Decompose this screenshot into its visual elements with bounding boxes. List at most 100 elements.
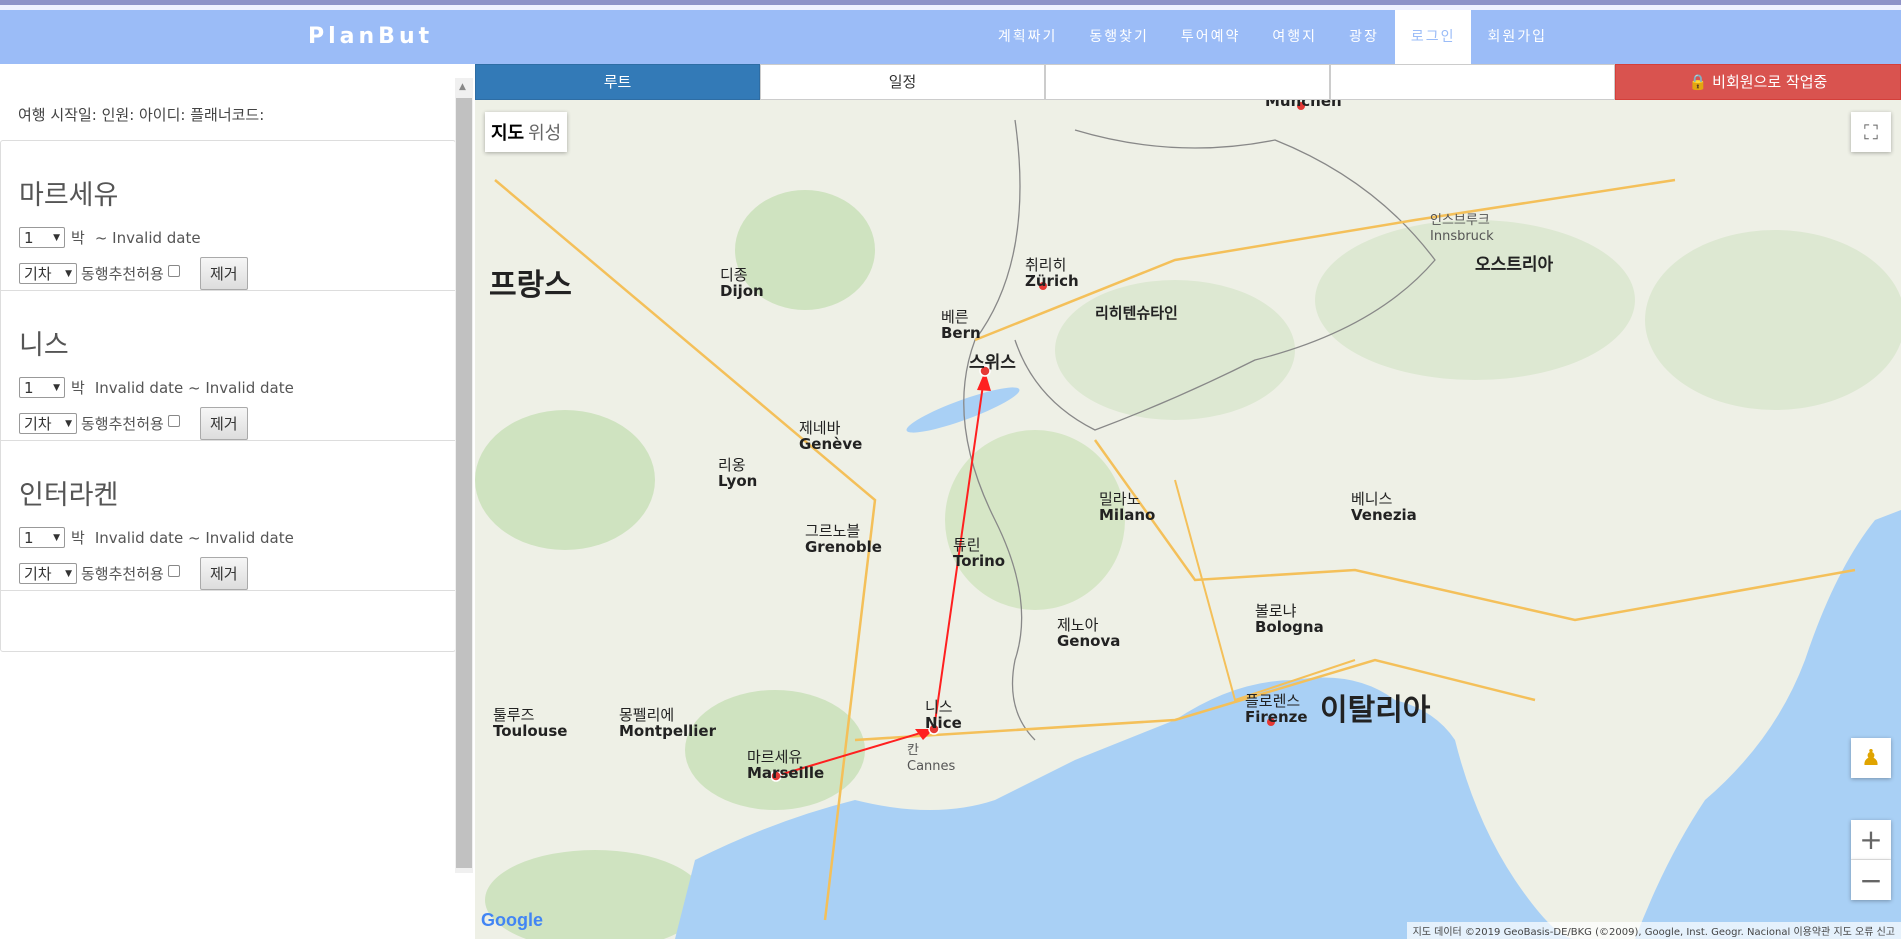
nights-select[interactable]: 1 ▼ [19,527,65,548]
nights-value: 1 [24,378,34,397]
left-panel: 여행 시작일: 인원: 아이디: 플래너코드: 마르세유 1 ▼ 박 ~ Inva… [0,64,475,939]
alps-area [1315,220,1635,380]
nav-item-destination[interactable]: 여행지 [1256,10,1333,64]
left-scrollbar[interactable]: ▲ [455,78,473,873]
navbar: PlanBut 계획짜기 동행찾기 투어예약 여행지 광장 로그인 회원가입 [0,10,1901,64]
map-type-map[interactable]: 지도 [489,119,526,145]
transport-value: 기차 [24,415,52,433]
tab-blank-1[interactable] [1045,64,1330,100]
remove-button[interactable]: 제거 [199,257,248,290]
label-milano: Milano [1099,506,1155,524]
city-nights-row: 1 ▼ 박 Invalid date ~ Invalid date [19,377,294,398]
city-name: 마르세유 [19,180,119,211]
transport-select[interactable]: 기차 ▼ [19,263,77,284]
map-type-control: 지도 위성 [485,112,568,152]
alps-area [1055,280,1295,420]
label-france: 프랑스 [489,268,572,303]
companion-label: 동행추천허용 [81,415,164,433]
nav-item-login[interactable]: 로그인 [1394,10,1472,64]
chevron-down-icon: ▼ [53,532,60,543]
label-dijon: Dijon [720,282,764,300]
companion-checkbox[interactable] [167,564,180,577]
companion-checkbox[interactable] [167,414,180,427]
nights-select[interactable]: 1 ▼ [19,227,65,248]
nights-unit: 박 [71,529,85,547]
label-toulouse: Toulouse [493,722,567,740]
city-nights-row: 1 ▼ 박 Invalid date ~ Invalid date [19,527,294,548]
label-cannes: Cannes [907,759,956,774]
label-firenze: Firenze [1245,708,1308,726]
brand-logo[interactable]: PlanBut [308,24,433,49]
date-range: Invalid date ~ Invalid date [94,528,294,547]
label-austria: 오스트리아 [1475,255,1554,275]
zoom-out-icon[interactable]: − [1851,860,1891,900]
map-type-satellite[interactable]: 위성 [526,119,563,145]
nav-item-tour[interactable]: 투어예약 [1165,10,1257,64]
companion-checkbox[interactable] [167,264,180,277]
label-lyon: Lyon [718,472,757,490]
remove-button[interactable]: 제거 [199,407,248,440]
label-bologna: Bologna [1255,618,1324,636]
map-attribution[interactable]: 지도 데이터 ©2019 GeoBasis-DE/BKG (©2009), Go… [1406,922,1901,939]
label-torino: Torino [953,552,1005,570]
city-options-row: 기차 ▼ 동행추천허용 제거 [19,557,248,590]
nights-value: 1 [24,528,34,547]
nav-menu: 계획짜기 동행찾기 투어예약 여행지 광장 로그인 회원가입 [982,10,1901,64]
tab-schedule[interactable]: 일정 [760,64,1045,100]
scroll-thumb[interactable] [456,98,472,868]
city-item: 인터라켄 1 ▼ 박 Invalid date ~ Invalid date 기차… [1,441,455,591]
companion-label: 동행추천허용 [81,265,164,283]
transport-value: 기차 [24,565,52,583]
pegman-icon[interactable]: ♟ [1851,738,1891,778]
chevron-down-icon: ▼ [53,232,60,243]
label-geneve: Genève [799,435,862,453]
city-item: 마르세유 1 ▼ 박 ~ Invalid date 기차 ▼ 동행추천허용 제거 [1,141,455,291]
remove-button[interactable]: 제거 [199,557,248,590]
nights-select[interactable]: 1 ▼ [19,377,65,398]
nav-item-signup[interactable]: 회원가입 [1471,10,1563,64]
label-cannes-ko: 칸 [907,743,919,758]
city-list: 마르세유 1 ▼ 박 ~ Invalid date 기차 ▼ 동행추천허용 제거 니… [0,140,456,652]
transport-select[interactable]: 기차 ▼ [19,413,77,434]
trip-info-text: 여행 시작일: 인원: 아이디: 플래너코드: [18,106,265,124]
label-nice: Nice [925,714,962,732]
fullscreen-icon[interactable]: ⛶ [1851,112,1891,152]
label-liechtenstein: 리히텐슈타인 [1095,304,1178,322]
label-innsbruck: Innsbruck [1430,229,1494,244]
trip-info: 여행 시작일: 인원: 아이디: 플래너코드: [0,64,475,140]
label-munchen: München [1265,100,1342,110]
nav-item-companion[interactable]: 동행찾기 [1073,10,1165,64]
city-name: 인터라켄 [19,480,119,511]
zoom-in-icon[interactable]: + [1851,820,1891,860]
alps-area [1645,230,1901,410]
city-name: 니스 [19,330,69,361]
label-bern: Bern [941,324,981,342]
nav-item-plaza[interactable]: 광장 [1333,10,1395,64]
map[interactable]: 프랑스 스위스 이탈리아 오스트리아 리히텐슈타인 마르세유 Marseille… [475,100,1901,939]
guest-mode-button[interactable]: 🔒 비회원으로 작업중 [1615,64,1901,100]
chevron-down-icon: ▼ [65,418,72,429]
label-switzerland: 스위스 [969,353,1016,373]
nav-item-plan[interactable]: 계획짜기 [982,10,1074,64]
tab-blank-2[interactable] [1330,64,1615,100]
view-tabs: 루트 일정 🔒 비회원으로 작업중 [475,64,1901,100]
label-genova: Genova [1057,632,1120,650]
city-options-row: 기차 ▼ 동행추천허용 제거 [19,257,248,290]
label-montpellier: Montpellier [619,722,717,740]
nights-unit: 박 [71,229,85,247]
label-grenoble: Grenoble [805,538,882,556]
chevron-down-icon: ▼ [53,382,60,393]
nights-value: 1 [24,228,34,247]
scroll-up-icon[interactable]: ▲ [459,82,466,92]
date-range: Invalid date ~ Invalid date [94,378,294,397]
label-marseille: Marseille [747,764,824,782]
city-options-row: 기차 ▼ 동행추천허용 제거 [19,407,248,440]
forest-area [475,410,655,550]
transport-select[interactable]: 기차 ▼ [19,563,77,584]
chevron-down-icon: ▼ [65,568,72,579]
guest-mode-label: 비회원으로 작업중 [1712,73,1828,91]
tab-route[interactable]: 루트 [475,64,760,100]
transport-value: 기차 [24,265,52,283]
google-logo: Google [481,910,543,930]
